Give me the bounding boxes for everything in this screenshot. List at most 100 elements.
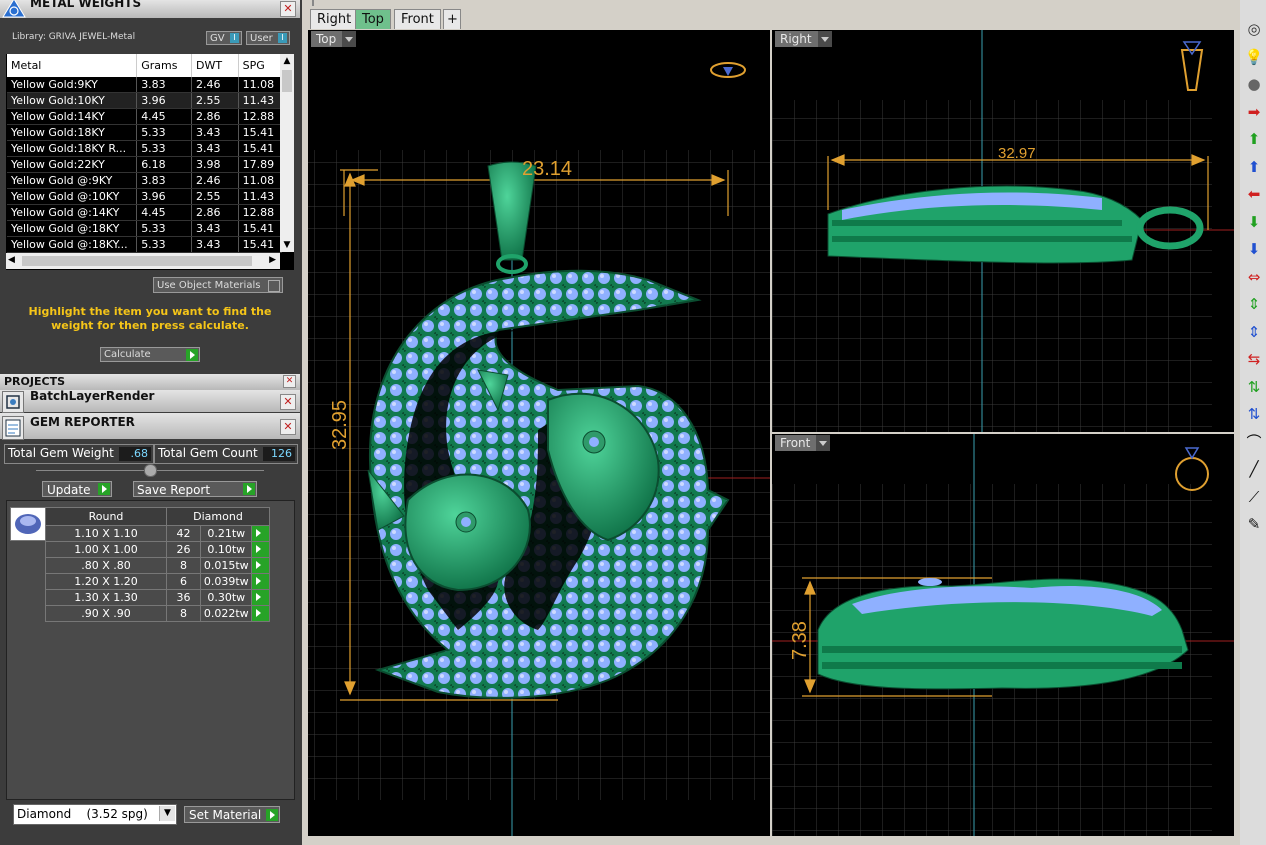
viewport-front[interactable]: 7.38 Front [772,434,1234,836]
table-row[interactable]: Yellow Gold @:18KY... 5.33 3.43 15.41 [7,236,283,253]
arrow-up-blue-icon[interactable]: ⬆ [1243,156,1265,178]
gem-reporter-close-button[interactable]: ✕ [280,419,296,435]
table-row[interactable]: Yellow Gold @:14KY 4.45 2.86 12.88 [7,204,283,221]
col-metal[interactable]: Metal [7,54,138,77]
splitter-handle[interactable] [144,464,157,477]
bulb-icon[interactable]: 💡 [1243,46,1265,68]
metal-weights-close-button[interactable]: ✕ [280,1,296,17]
checkbox-icon[interactable] [268,280,280,292]
batch-close-button[interactable]: ✕ [280,394,296,410]
material-select[interactable]: Diamond (3.52 spg) ▼ [13,804,177,825]
arrow-down-blue-icon[interactable]: ⬇ [1243,238,1265,260]
converge-green-icon[interactable]: ⇅ [1243,376,1265,398]
col-dwt[interactable]: DWT [191,54,239,77]
tab-top[interactable]: Top [355,9,391,29]
arrow-down-green-icon[interactable]: ⬇ [1243,211,1265,233]
arrow-right-red-icon[interactable]: ➡ [1243,101,1265,123]
scroll-left-icon[interactable]: ◀ [8,255,15,265]
scroll-right-icon[interactable]: ▶ [269,255,276,265]
gem-thumbnail[interactable] [10,507,46,541]
select-gem-button[interactable] [251,605,270,622]
sphere-icon[interactable]: ● [1243,73,1265,95]
plus-icon: + [447,12,458,27]
user-toggle[interactable]: I [278,33,287,43]
tab-front[interactable]: Front [394,9,441,29]
gem-reporter-titlebar: GEM REPORTER ✕ [0,413,300,440]
converge-blue-icon[interactable]: ⇅ [1243,403,1265,425]
metal-table-hscrollbar[interactable]: ◀ ▶ [6,253,280,269]
viewport-top[interactable]: 23.14 32.95 Top [308,30,770,836]
save-report-button[interactable]: Save Report [133,481,257,497]
viewport-front-menu[interactable]: Front [775,435,831,451]
double-arrow-blue-icon[interactable]: ⇕ [1243,321,1265,343]
gem-row[interactable]: 1.20 X 1.20 6 0.039tw [45,573,270,590]
table-cell: 15.41 [238,236,283,253]
ring-orientation-icon [710,62,746,78]
gem-row[interactable]: .80 X .80 8 0.015tw [45,557,270,574]
user-button[interactable]: User I [246,31,290,45]
gem-row[interactable]: 1.00 X 1.00 26 0.10tw [45,541,270,558]
measure-icon[interactable]: ⟋ [1243,486,1265,508]
arrow-up-green-icon[interactable]: ⬆ [1243,128,1265,150]
front-view-canvas[interactable]: 7.38 [772,434,1234,836]
gem-row[interactable]: 1.30 X 1.30 36 0.30tw [45,589,270,606]
select-gem-button[interactable] [251,541,270,558]
select-gem-button[interactable] [251,589,270,606]
table-cell: 2.55 [191,188,239,205]
chevron-down-icon[interactable]: ▼ [159,806,175,821]
arrow-left-red-icon[interactable]: ⬅ [1243,183,1265,205]
table-row[interactable]: Yellow Gold:22KY 6.18 3.98 17.89 [7,156,283,173]
projects-close-button[interactable]: ✕ [283,375,296,388]
camera-icon[interactable]: ◎ [1243,18,1265,40]
eraser-icon[interactable]: ✎ [1243,513,1265,535]
scroll-up-icon[interactable]: ▲ [282,56,292,66]
gem-size: .80 X .80 [45,557,167,574]
calculate-button[interactable]: Calculate [100,347,200,362]
col-spg[interactable]: SPG [238,54,283,77]
update-button[interactable]: Update [42,481,112,497]
chevron-down-icon[interactable] [816,435,831,451]
table-row[interactable]: Yellow Gold:18KY 5.33 3.43 15.41 [7,124,283,141]
table-row[interactable]: Yellow Gold @:9KY 3.83 2.46 11.08 [7,172,283,189]
table-row[interactable]: Yellow Gold:9KY 3.83 2.46 11.08 [7,77,283,93]
table-row[interactable]: Yellow Gold @:18KY 5.33 3.43 15.41 [7,220,283,237]
set-material-button[interactable]: Set Material [184,806,280,823]
line-icon[interactable]: ╱ [1243,458,1265,480]
chevron-down-icon[interactable] [342,31,357,47]
select-gem-button[interactable] [251,525,270,542]
gem-row[interactable]: 1.10 X 1.10 42 0.21tw [45,525,270,542]
select-gem-button[interactable] [251,573,270,590]
top-view-canvas[interactable]: 23.14 32.95 [308,30,770,836]
col-round[interactable]: Round [45,507,167,526]
round-gem-icon [15,514,41,534]
viewport-top-menu[interactable]: Top [311,31,357,47]
gv-toggle[interactable]: I [230,33,239,43]
metal-table-vscrollbar[interactable]: ▲ ▼ [280,54,294,252]
chevron-down-icon[interactable] [817,31,832,47]
add-tab-button[interactable]: + [443,9,461,29]
table-row[interactable]: Yellow Gold:14KY 4.45 2.86 12.88 [7,108,283,125]
tab-right[interactable]: Right [310,9,359,29]
double-arrow-red-icon[interactable]: ⇔ [1243,266,1265,288]
curve-icon[interactable]: ⌒ [1243,431,1265,453]
table-row[interactable]: Yellow Gold @:10KY 3.96 2.55 11.43 [7,188,283,205]
table-cell: 5.33 [136,220,192,237]
hscroll-thumb[interactable] [22,256,252,266]
scroll-down-icon[interactable]: ▼ [282,240,292,250]
col-grams[interactable]: Grams [136,54,192,77]
vscroll-thumb[interactable] [282,70,292,92]
gem-row[interactable]: .90 X .90 8 0.022tw [45,605,270,622]
viewport-right[interactable]: 32.97 Right [772,30,1234,432]
gem-size: 1.10 X 1.10 [45,525,167,542]
gv-button[interactable]: GV I [206,31,242,45]
double-arrow-green-icon[interactable]: ⇕ [1243,293,1265,315]
table-row[interactable]: Yellow Gold:10KY 3.96 2.55 11.43 [7,92,283,109]
use-object-materials-toggle[interactable]: Use Object Materials [153,277,283,293]
table-row[interactable]: Yellow Gold:18KY R... 5.33 3.43 15.41 [7,140,283,157]
right-view-canvas[interactable]: 32.97 [772,30,1234,432]
viewport-right-menu[interactable]: Right [775,31,832,47]
converge-red-icon[interactable]: ⇆ [1243,348,1265,370]
select-gem-button[interactable] [251,557,270,574]
col-diamond[interactable]: Diamond [166,507,270,526]
grip-handle[interactable] [312,0,314,6]
